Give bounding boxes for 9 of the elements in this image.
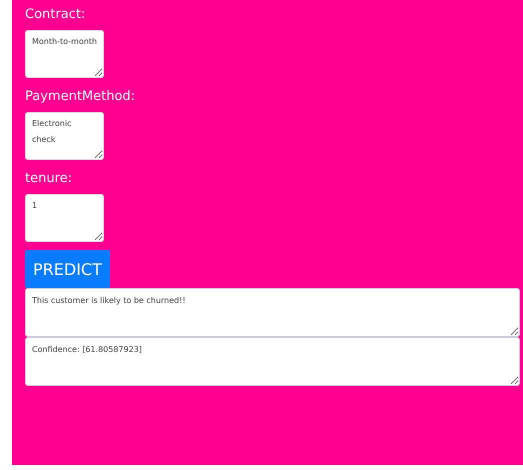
predict-button[interactable]: PREDICT	[25, 250, 110, 288]
field-label: Contract:	[25, 6, 86, 24]
input-field[interactable]: 1	[25, 194, 104, 242]
field-label: tenure:	[25, 170, 74, 188]
field-label: PaymentMethod:	[25, 88, 136, 106]
result-field[interactable]: This customer is likely to be churned!!	[25, 288, 520, 337]
input-field[interactable]: Month-to-month	[25, 30, 104, 78]
result-field[interactable]: Confidence: [61.80587923]	[25, 337, 520, 386]
input-field[interactable]: Electronic check	[25, 112, 104, 160]
